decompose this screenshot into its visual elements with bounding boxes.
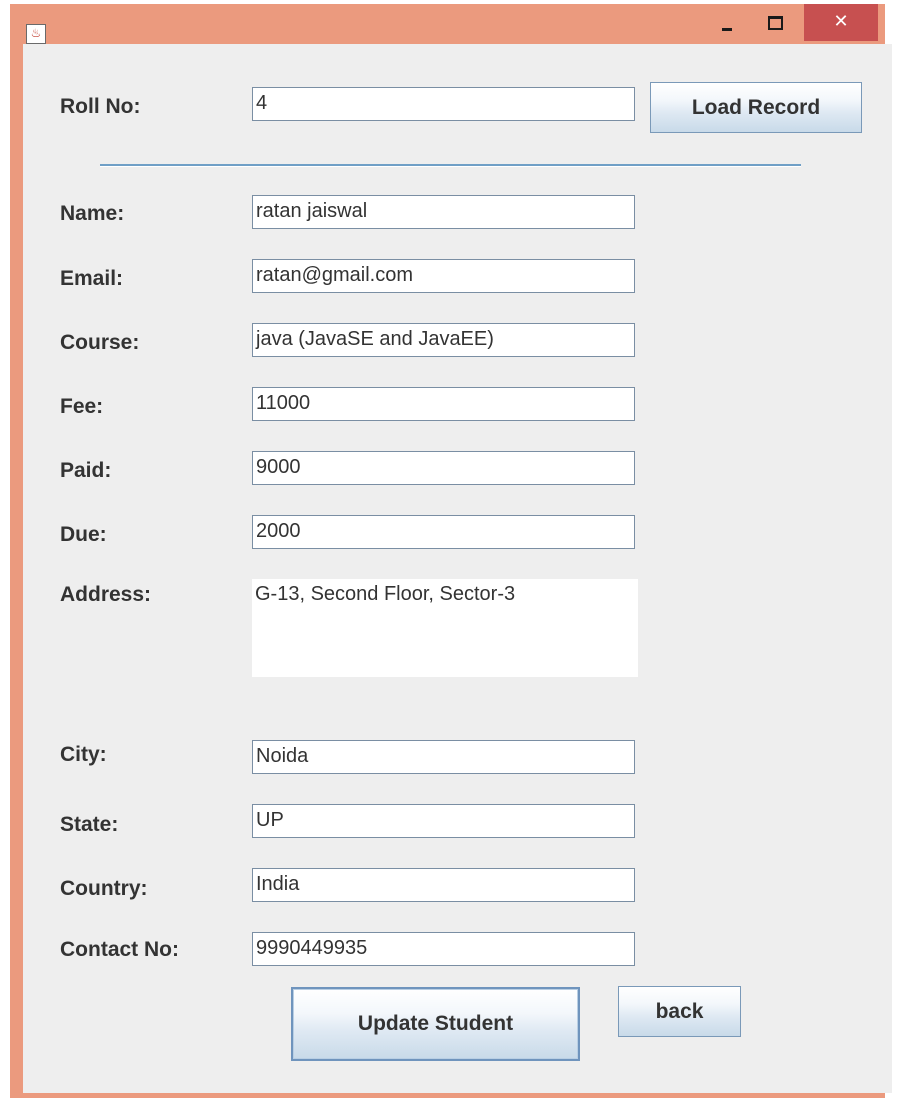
address-textarea[interactable]: G-13, Second Floor, Sector-3 xyxy=(252,579,638,677)
address-label: Address: xyxy=(60,583,152,606)
load-record-button[interactable]: Load Record xyxy=(650,82,862,133)
due-label: Due: xyxy=(60,523,107,546)
contact-no-label: Contact No: xyxy=(60,938,179,961)
app-window: ♨ ✕ Roll No: 4 Load Record Name: ratan j… xyxy=(10,4,892,1098)
back-button[interactable]: back xyxy=(618,986,741,1037)
city-label: City: xyxy=(60,743,107,766)
java-app-icon[interactable]: ♨ xyxy=(26,24,46,44)
course-input[interactable]: java (JavaSE and JavaEE) xyxy=(252,323,635,357)
city-input[interactable]: Noida xyxy=(252,740,635,774)
country-label: Country: xyxy=(60,877,148,900)
update-student-button[interactable]: Update Student xyxy=(291,987,580,1061)
state-input[interactable]: UP xyxy=(252,804,635,838)
separator xyxy=(100,164,801,167)
email-input[interactable]: ratan@gmail.com xyxy=(252,259,635,293)
country-input[interactable]: India xyxy=(252,868,635,902)
state-label: State: xyxy=(60,813,119,836)
paid-label: Paid: xyxy=(60,459,112,482)
maximize-icon[interactable] xyxy=(758,8,792,40)
due-input[interactable]: 2000 xyxy=(252,515,635,549)
name-input[interactable]: ratan jaiswal xyxy=(252,195,635,229)
fee-input[interactable]: 11000 xyxy=(252,387,635,421)
title-bar[interactable]: ♨ ✕ xyxy=(10,4,885,44)
minimize-icon[interactable] xyxy=(710,8,744,40)
roll-no-input[interactable]: 4 xyxy=(252,87,635,121)
roll-no-label: Roll No: xyxy=(60,95,141,118)
paid-input[interactable]: 9000 xyxy=(252,451,635,485)
contact-no-input[interactable]: 9990449935 xyxy=(252,932,635,966)
form-panel: Roll No: 4 Load Record Name: ratan jaisw… xyxy=(23,44,892,1093)
name-label: Name: xyxy=(60,202,125,225)
fee-label: Fee: xyxy=(60,395,104,418)
course-label: Course: xyxy=(60,331,140,354)
email-label: Email: xyxy=(60,267,124,290)
close-icon[interactable]: ✕ xyxy=(804,4,878,41)
